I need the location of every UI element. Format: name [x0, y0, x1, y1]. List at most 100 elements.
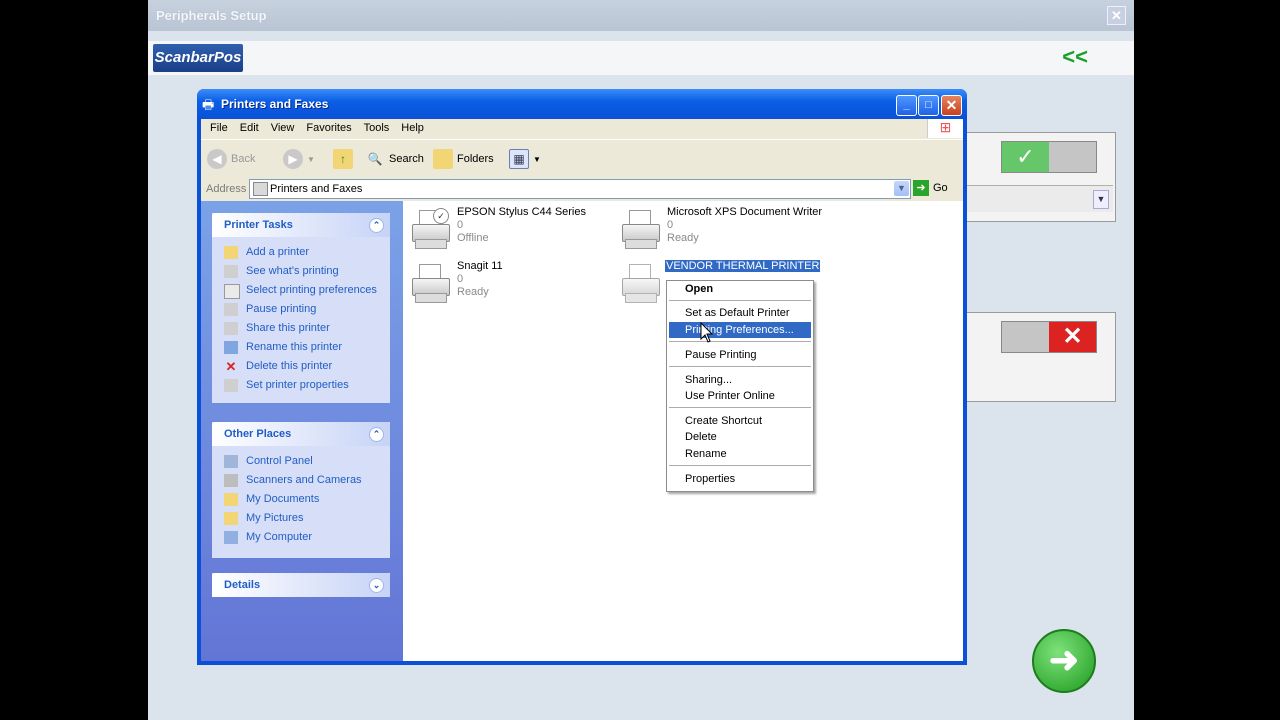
forward-button[interactable]: ▶ ▼ [283, 148, 315, 170]
menu-tools[interactable]: Tools [358, 119, 396, 134]
collapse-icon[interactable]: ⌃ [369, 427, 384, 442]
menu-file[interactable]: File [204, 119, 234, 134]
task-select-preferences[interactable]: Select printing preferences [212, 281, 390, 300]
address-input[interactable]: Printers and Faxes ▼ [249, 179, 911, 199]
arrow-right-icon: ➜ [1048, 639, 1080, 680]
menu-pause-printing[interactable]: Pause Printing [669, 347, 811, 363]
details-header[interactable]: Details ⌄ [212, 573, 390, 597]
task-delete-printer[interactable]: ✕ Delete this printer [212, 357, 390, 376]
printer-name: Snagit 11 [457, 260, 503, 272]
printer-name-selected: VENDOR THERMAL PRINTER [665, 260, 821, 272]
bg-back-button[interactable]: << [1062, 44, 1088, 70]
folders-icon [433, 149, 453, 170]
menu-create-shortcut[interactable]: Create Shortcut [669, 413, 811, 429]
default-check-icon: ✓ [433, 208, 449, 224]
menu-view[interactable]: View [265, 119, 301, 134]
printer-item-xps[interactable]: Microsoft XPS Document Writer 0 Ready [619, 206, 822, 254]
other-places-panel: Other Places ⌃ Control Panel Scanners and… [212, 422, 390, 558]
forward-arrow-icon: ▶ [283, 149, 303, 170]
close-button[interactable]: ✕ [941, 95, 962, 116]
menu-separator [669, 341, 811, 342]
place-my-pictures[interactable]: My Pictures [212, 509, 390, 528]
up-folder-button[interactable]: ↑ [333, 148, 357, 170]
expand-icon[interactable]: ⌄ [369, 578, 384, 593]
collapse-icon[interactable]: ⌃ [369, 218, 384, 233]
other-places-header[interactable]: Other Places ⌃ [212, 422, 390, 446]
bg-dropdown[interactable]: ▼ [965, 185, 1113, 212]
printer-status: Ready [457, 286, 489, 298]
bg-option-panel-1: ✓ ▼ [964, 132, 1116, 222]
task-add-printer[interactable]: Add a printer [212, 243, 390, 262]
delete-x-icon: ✕ [225, 359, 237, 374]
pause-printer-icon [224, 303, 238, 316]
printer-context-menu: Open Set as Default Printer Printing Pre… [666, 280, 814, 492]
bg-close-button[interactable]: ✕ [1107, 6, 1126, 25]
place-my-documents[interactable]: My Documents [212, 490, 390, 509]
bg-next-button[interactable]: ➜ [1032, 629, 1096, 693]
address-bar: Address Printers and Faxes ▼ ➜ Go [201, 178, 963, 200]
folders-button[interactable]: Folders [433, 148, 494, 170]
task-pane: Printer Tasks ⌃ Add a printer See what's … [201, 201, 403, 661]
menu-sharing[interactable]: Sharing... [669, 372, 811, 388]
check-icon: ✓ [1002, 142, 1049, 172]
task-pause-printing[interactable]: Pause printing [212, 300, 390, 319]
menu-favorites[interactable]: Favorites [300, 119, 357, 134]
place-control-panel[interactable]: Control Panel [212, 452, 390, 471]
folder-icon [224, 512, 238, 525]
menu-separator [669, 465, 811, 466]
task-printer-properties[interactable]: Set printer properties [212, 376, 390, 395]
printer-doc-count: 0 [457, 273, 464, 285]
views-icon: ▦ [509, 149, 529, 170]
search-icon: 🔍 [367, 152, 383, 167]
up-folder-icon: ↑ [333, 149, 353, 170]
go-button[interactable]: ➜ Go [913, 180, 948, 196]
properties-icon [224, 379, 238, 392]
menu-help[interactable]: Help [395, 119, 430, 134]
menu-properties[interactable]: Properties [669, 471, 811, 487]
place-my-computer[interactable]: My Computer [212, 528, 390, 547]
back-button[interactable]: ◀ Back [207, 148, 255, 170]
menu-edit[interactable]: Edit [234, 119, 265, 134]
task-share-printer[interactable]: Share this printer [212, 319, 390, 338]
back-label: Back [231, 153, 256, 165]
printer-icon: ✓ [409, 206, 451, 250]
views-dropdown-icon: ▼ [533, 155, 541, 164]
menu-separator [669, 407, 811, 408]
menu-printing-preferences[interactable]: Printing Preferences... [669, 322, 811, 338]
bg-header-strip: ScanbarPos << [148, 41, 1134, 75]
task-rename-printer[interactable]: Rename this printer [212, 338, 390, 357]
printer-status: Offline [457, 232, 489, 244]
preferences-icon [224, 284, 240, 299]
folders-label: Folders [457, 153, 494, 165]
window-title-bar[interactable]: 🖶 Printers and Faxes _ □ ✕ [197, 89, 967, 119]
views-button[interactable]: ▦ ▼ [509, 148, 541, 170]
bg-title-bar: Peripherals Setup ✕ [148, 0, 1134, 31]
chevron-down-icon[interactable]: ▼ [894, 181, 909, 196]
menu-open[interactable]: Open [669, 281, 811, 297]
printer-item-epson[interactable]: ✓ EPSON Stylus C44 Series 0 Offline [409, 206, 609, 254]
bg-cancel-toggle[interactable]: ✕ [1001, 321, 1097, 353]
printer-name: EPSON Stylus C44 Series [457, 206, 586, 218]
folder-icon [224, 493, 238, 506]
printer-icon [619, 260, 661, 304]
task-see-printing[interactable]: See what's printing [212, 262, 390, 281]
printer-tasks-header[interactable]: Printer Tasks ⌃ [212, 213, 390, 237]
minimize-button[interactable]: _ [896, 95, 917, 116]
printers-and-faxes-window: 🖶 Printers and Faxes _ □ ✕ File Edit View F… [197, 89, 967, 665]
window-title: Printers and Faxes [221, 97, 329, 111]
windows-logo-icon: ⊞ [927, 119, 963, 138]
menu-use-online[interactable]: Use Printer Online [669, 388, 811, 404]
printer-tasks-title: Printer Tasks [224, 219, 293, 231]
menu-separator [669, 366, 811, 367]
rename-icon [224, 341, 238, 354]
menu-rename[interactable]: Rename [669, 446, 811, 462]
maximize-button[interactable]: □ [918, 95, 939, 116]
menu-set-default[interactable]: Set as Default Printer [669, 305, 811, 321]
printer-item-snagit[interactable]: Snagit 11 0 Ready [409, 260, 609, 308]
printer-icon [619, 206, 661, 250]
menu-delete[interactable]: Delete [669, 429, 811, 445]
place-scanners-cameras[interactable]: Scanners and Cameras [212, 471, 390, 490]
search-button[interactable]: 🔍 Search [365, 148, 424, 170]
forward-dropdown-icon: ▼ [307, 155, 315, 164]
bg-confirm-toggle[interactable]: ✓ [1001, 141, 1097, 173]
